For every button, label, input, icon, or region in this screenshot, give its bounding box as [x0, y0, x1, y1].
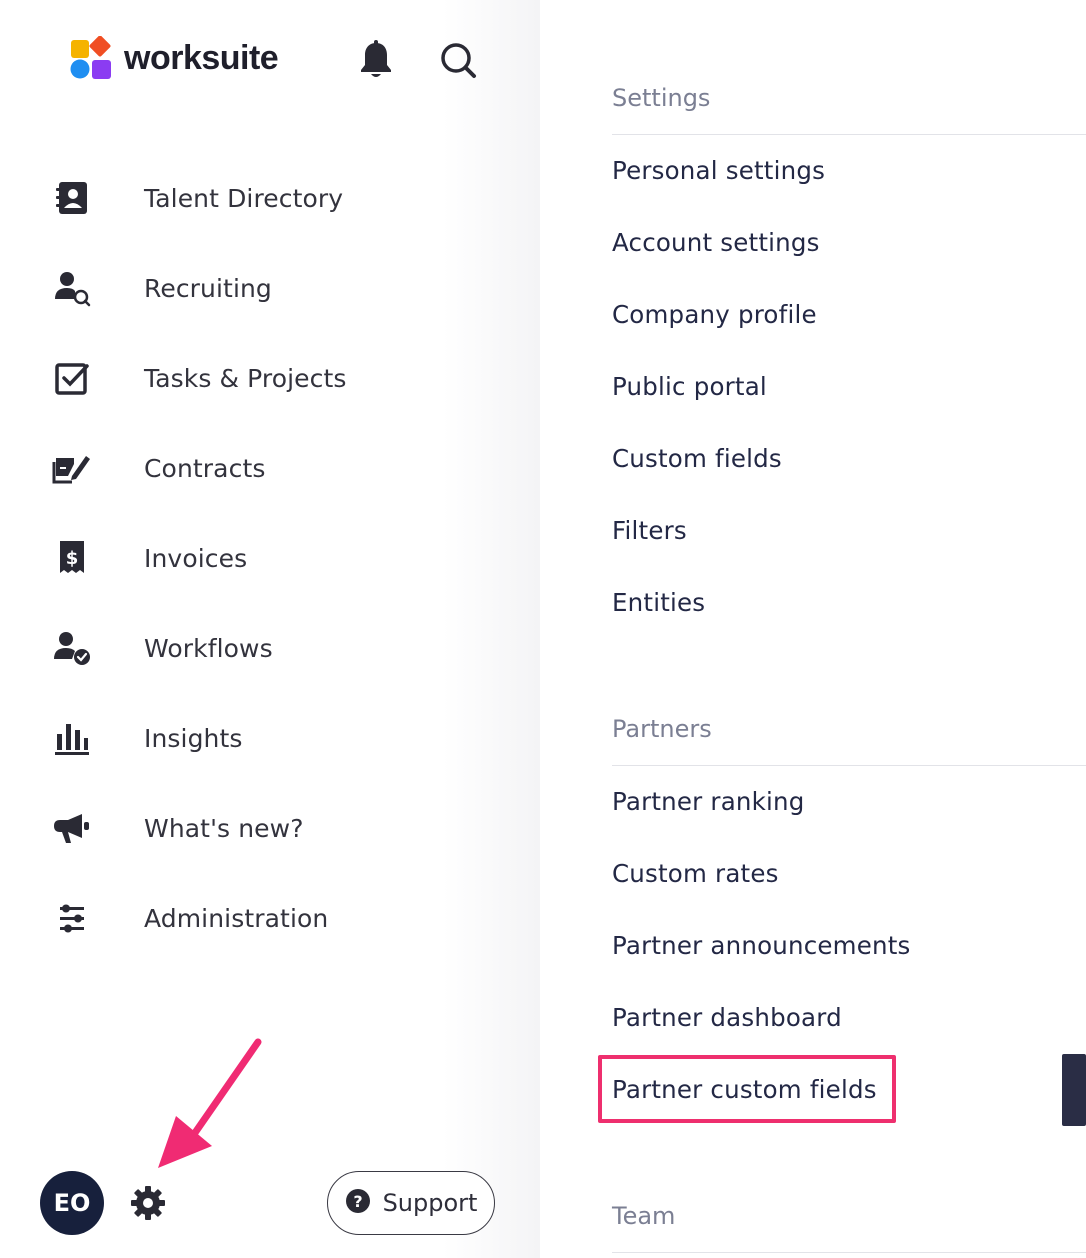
sidebar-item-talent-directory[interactable]: Talent Directory	[0, 153, 500, 243]
sidebar-item-invoices[interactable]: $ Invoices	[0, 513, 500, 603]
sidebar-item-label: Contracts	[144, 453, 266, 483]
sidebar-item-label: Administration	[144, 903, 329, 933]
menu-item-partner-ranking[interactable]: Partner ranking	[612, 787, 805, 816]
sidebar-item-recruiting[interactable]: Recruiting	[0, 243, 500, 333]
sidebar-item-label: Talent Directory	[144, 183, 344, 213]
checkbox-icon	[52, 358, 92, 398]
sidebar-item-label: Workflows	[144, 633, 273, 663]
section-title-partners: Partners	[612, 715, 712, 743]
annotation-arrow-icon	[158, 1038, 262, 1168]
section-divider	[612, 765, 1086, 766]
support-button[interactable]: ? Support	[327, 1171, 495, 1235]
scrollbar-thumb[interactable]	[1062, 1054, 1086, 1126]
menu-item-partner-dashboard[interactable]: Partner dashboard	[612, 1003, 842, 1032]
search-icon[interactable]	[438, 38, 478, 82]
app-name: worksuite	[124, 38, 279, 77]
bar-chart-icon	[52, 718, 92, 758]
contract-sign-icon	[52, 448, 92, 488]
avatar[interactable]: EO	[40, 1171, 104, 1235]
menu-item-filters[interactable]: Filters	[612, 516, 687, 545]
sidebar-item-tasks-projects[interactable]: Tasks & Projects	[0, 333, 500, 423]
menu-item-public-portal[interactable]: Public portal	[612, 372, 767, 401]
sidebar-item-label: Tasks & Projects	[144, 363, 347, 393]
section-title-team: Team	[612, 1202, 676, 1230]
menu-item-account-settings[interactable]: Account settings	[612, 228, 820, 257]
sidebar-item-insights[interactable]: Insights	[0, 693, 500, 783]
notifications-bell-icon[interactable]	[356, 38, 396, 82]
sidebar-item-workflows[interactable]: Workflows	[0, 603, 500, 693]
app-logo[interactable]: worksuite	[70, 35, 279, 80]
app-root: worksuite Talent Directory Recruiting Ta…	[0, 0, 1086, 1258]
sidebar-item-label: What's new?	[144, 813, 304, 843]
menu-item-company-profile[interactable]: Company profile	[612, 300, 817, 329]
menu-item-personal-settings[interactable]: Personal settings	[612, 156, 825, 185]
invoice-dollar-icon: $	[52, 538, 92, 578]
menu-item-custom-fields[interactable]: Custom fields	[612, 444, 782, 473]
gear-icon[interactable]	[128, 1183, 168, 1223]
support-label: Support	[382, 1189, 478, 1217]
svg-text:?: ?	[353, 1192, 362, 1211]
menu-item-entities[interactable]: Entities	[612, 588, 705, 617]
sidebar-item-whats-new[interactable]: What's new?	[0, 783, 500, 873]
user-check-icon	[52, 628, 92, 668]
sidebar-item-label: Recruiting	[144, 273, 272, 303]
worksuite-logo-icon	[70, 35, 114, 80]
sidebar-item-administration[interactable]: Administration	[0, 873, 500, 963]
sidebar: worksuite Talent Directory Recruiting Ta…	[0, 0, 540, 1258]
menu-item-custom-rates[interactable]: Custom rates	[612, 859, 779, 888]
menu-item-partner-announcements[interactable]: Partner announcements	[612, 931, 911, 960]
section-divider	[612, 134, 1086, 135]
contact-book-icon	[52, 178, 92, 218]
sidebar-item-label: Invoices	[144, 543, 248, 573]
highlight-box	[598, 1055, 896, 1123]
svg-text:$: $	[66, 548, 79, 569]
user-search-icon	[52, 268, 92, 308]
megaphone-icon	[52, 808, 92, 848]
sliders-icon	[52, 898, 92, 938]
question-circle-icon: ?	[345, 1188, 371, 1218]
sidebar-item-contracts[interactable]: Contracts	[0, 423, 500, 513]
section-title-settings: Settings	[612, 84, 711, 112]
sidebar-item-label: Insights	[144, 723, 243, 753]
main-navigation: Talent Directory Recruiting Tasks & Proj…	[0, 153, 500, 963]
section-divider	[612, 1252, 1086, 1253]
